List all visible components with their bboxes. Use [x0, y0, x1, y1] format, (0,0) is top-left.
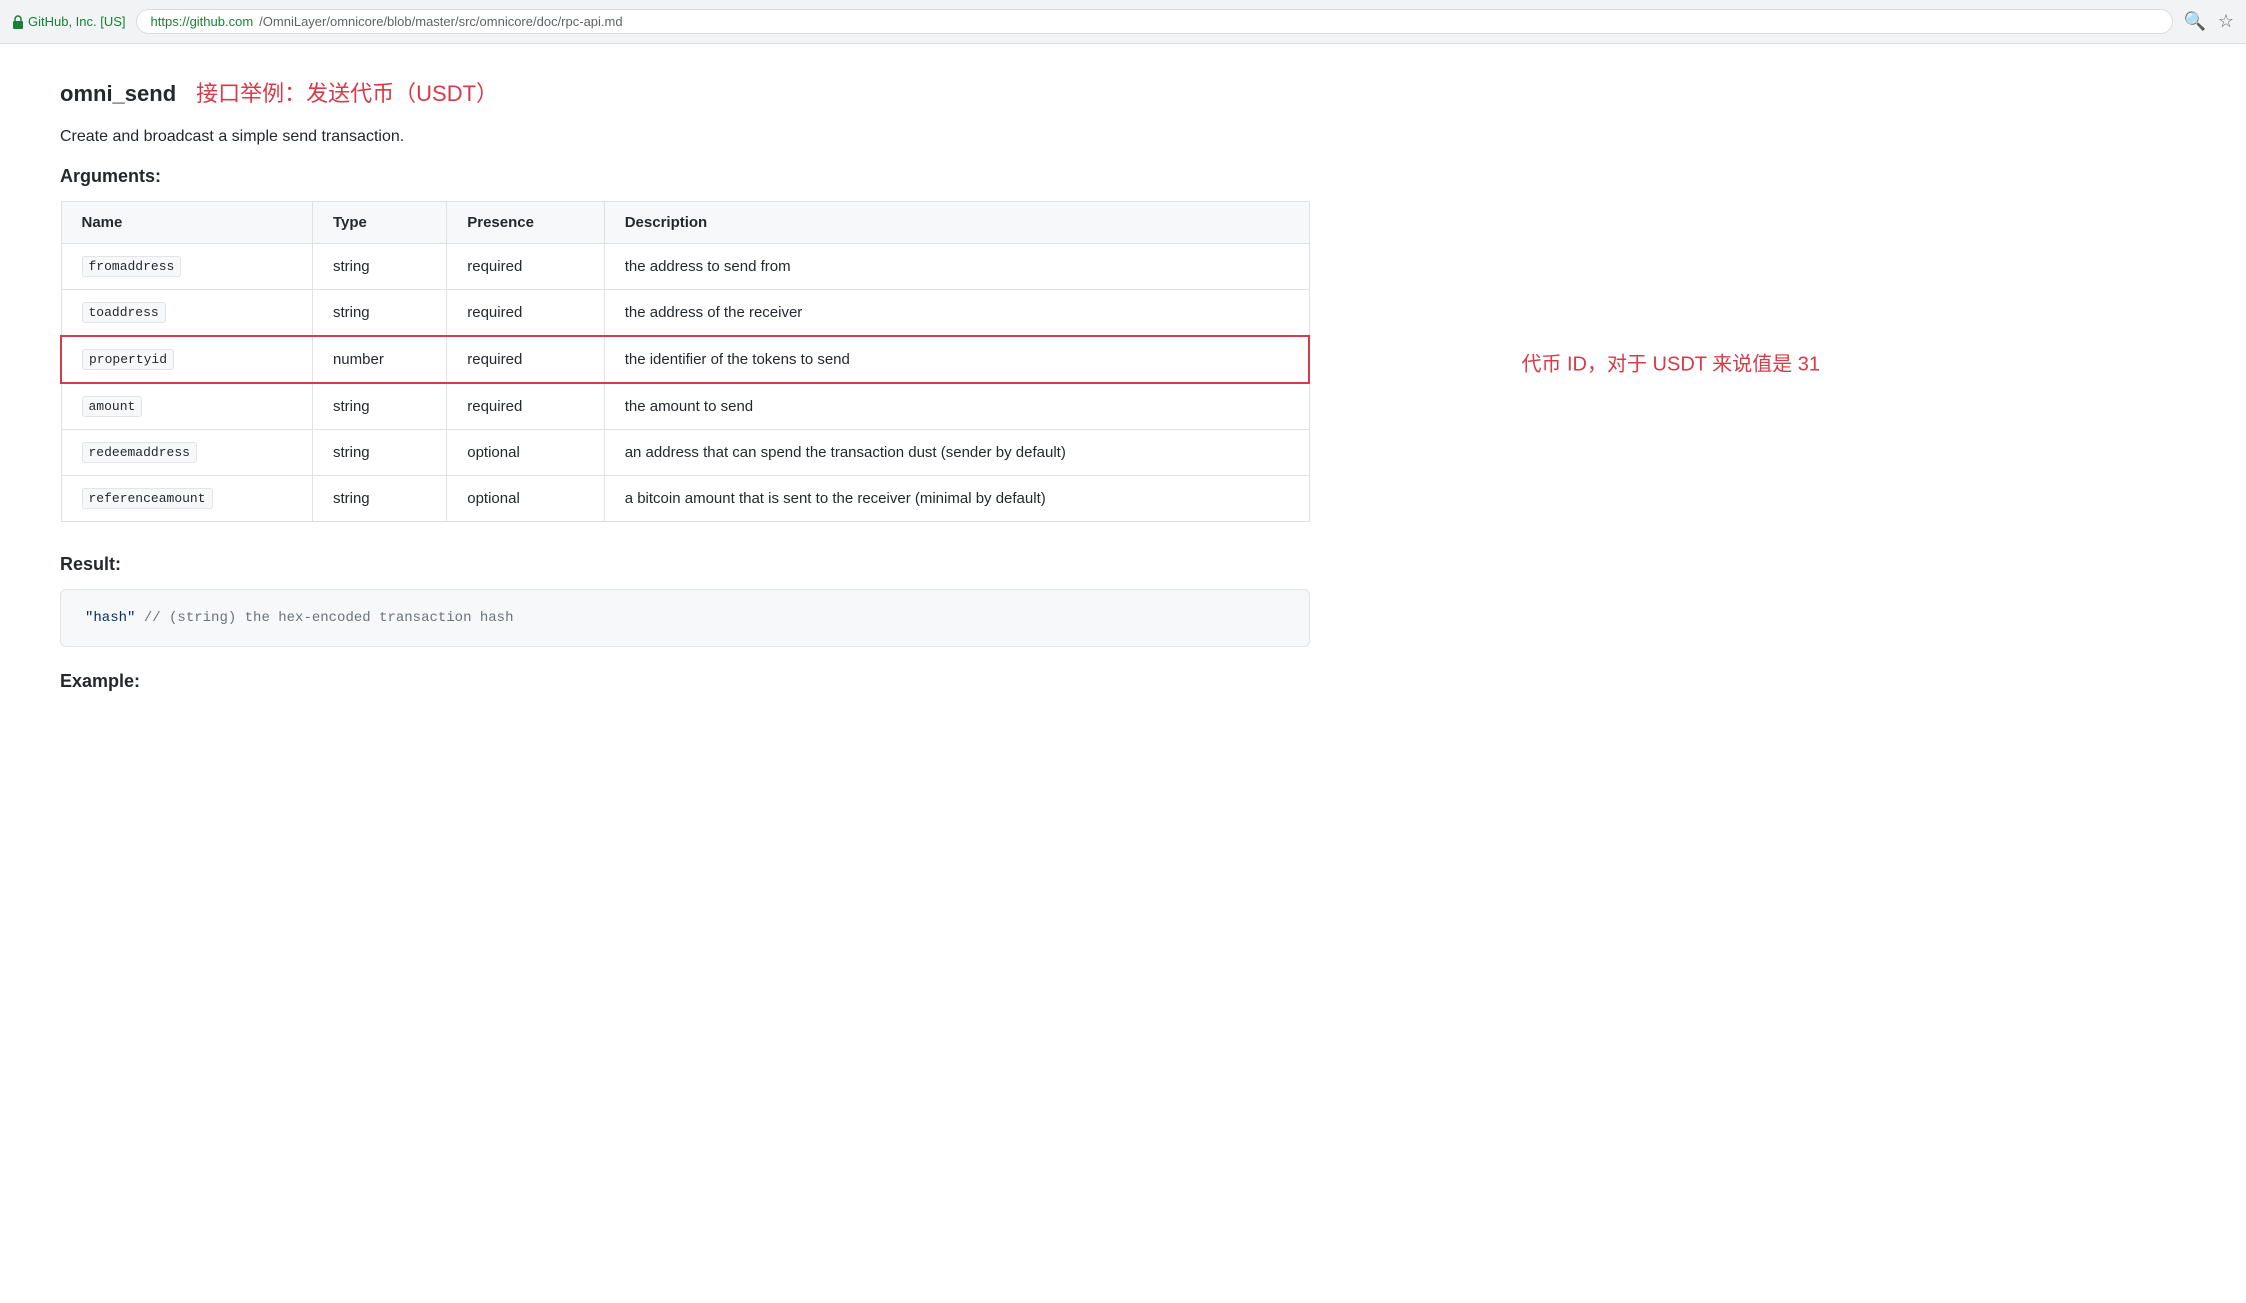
col-header-presence: Presence — [447, 202, 604, 244]
cell-type: string — [312, 290, 446, 337]
bookmark-icon[interactable]: ☆ — [2218, 11, 2234, 32]
propertyid-annotation: 代币 ID，对于 USDT 来说值是 31 — [1521, 347, 1820, 376]
url-path: /OmniLayer/omnicore/blob/master/src/omni… — [259, 14, 622, 29]
col-header-type: Type — [312, 202, 446, 244]
table-row: referenceamountstringoptionala bitcoin a… — [61, 476, 1309, 522]
cell-name: referenceamount — [61, 476, 312, 522]
cell-presence: required — [447, 290, 604, 337]
table-row: redeemaddressstringoptionalan address th… — [61, 430, 1309, 476]
arguments-table: Name Type Presence Description fromaddre… — [60, 201, 1310, 522]
cell-presence: required — [447, 383, 604, 430]
result-heading: Result: — [60, 554, 1340, 575]
cell-name: redeemaddress — [61, 430, 312, 476]
result-section: Result: "hash" // (string) the hex-encod… — [60, 554, 1340, 647]
example-heading: Example: — [60, 671, 1340, 692]
cell-presence: required — [447, 244, 604, 290]
browser-chrome: GitHub, Inc. [US] https://github.com /Om… — [0, 0, 2246, 44]
arguments-heading: Arguments: — [60, 166, 1340, 187]
cell-name: toaddress — [61, 290, 312, 337]
result-code-comment: // (string) the hex-encoded transaction … — [144, 610, 514, 626]
cell-description: the address of the receiver — [604, 290, 1309, 337]
page-title-sub: 接口举例：发送代币（USDT） — [196, 76, 498, 108]
col-header-description: Description — [604, 202, 1309, 244]
table-row: amountstringrequiredthe amount to send — [61, 383, 1309, 430]
result-code-string: "hash" — [85, 610, 135, 626]
cell-type: string — [312, 476, 446, 522]
table-row: propertyidnumberrequiredthe identifier o… — [61, 336, 1309, 383]
cell-type: number — [312, 336, 446, 383]
cell-name: fromaddress — [61, 244, 312, 290]
search-icon[interactable]: 🔍 — [2183, 11, 2205, 32]
cell-description: the amount to send — [604, 383, 1309, 430]
cell-description: a bitcoin amount that is sent to the rec… — [604, 476, 1309, 522]
cell-name: propertyid — [61, 336, 312, 383]
cell-type: string — [312, 244, 446, 290]
cell-presence: optional — [447, 430, 604, 476]
cell-presence: optional — [447, 476, 604, 522]
cell-description: the identifier of the tokens to send — [604, 336, 1309, 383]
security-indicator: GitHub, Inc. [US] — [12, 14, 126, 29]
table-row: toaddressstringrequiredthe address of th… — [61, 290, 1309, 337]
table-header-row: Name Type Presence Description — [61, 202, 1309, 244]
arguments-section: Name Type Presence Description fromaddre… — [60, 201, 1340, 522]
cell-type: string — [312, 430, 446, 476]
cell-name: amount — [61, 383, 312, 430]
lock-icon — [12, 15, 24, 29]
address-bar[interactable]: https://github.com /OmniLayer/omnicore/b… — [136, 9, 2174, 34]
result-code-block: "hash" // (string) the hex-encoded trans… — [60, 589, 1310, 647]
cell-type: string — [312, 383, 446, 430]
page-description: Create and broadcast a simple send trans… — [60, 128, 1340, 146]
cell-description: the address to send from — [604, 244, 1309, 290]
url-origin: https://github.com — [151, 14, 254, 29]
page-title-main: omni_send — [60, 81, 176, 107]
col-header-name: Name — [61, 202, 312, 244]
page-title-row: omni_send 接口举例：发送代币（USDT） — [60, 76, 1340, 108]
table-row: fromaddressstringrequiredthe address to … — [61, 244, 1309, 290]
cell-description: an address that can spend the transactio… — [604, 430, 1309, 476]
main-content: omni_send 接口举例：发送代币（USDT） Create and bro… — [0, 44, 1400, 738]
browser-action-buttons: 🔍 ☆ — [2183, 11, 2234, 32]
cell-presence: required — [447, 336, 604, 383]
